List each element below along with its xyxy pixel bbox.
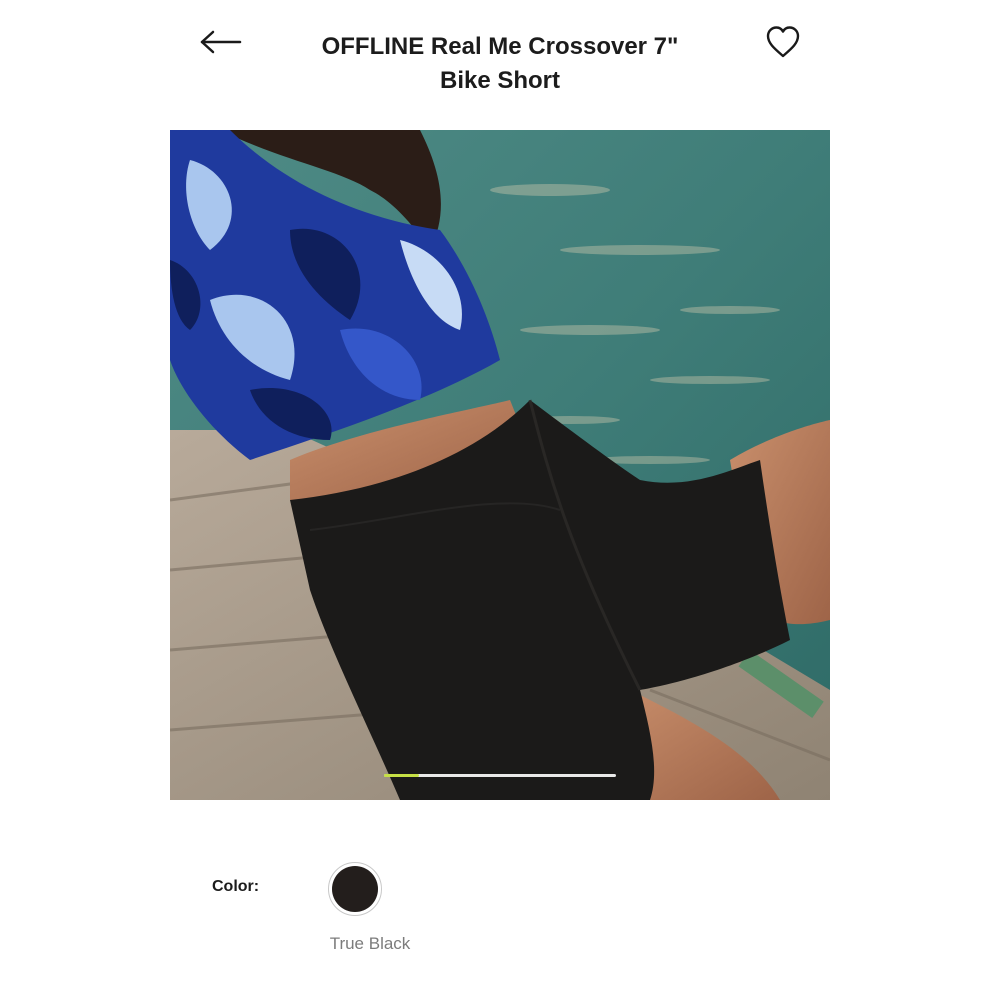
product-title-line-2: Bike Short [439,67,561,94]
color-label: Color: [212,878,260,895]
product-title-line-1: OFFLINE Real Me Crossover 7" [321,33,679,60]
image-carousel-progress[interactable] [384,774,616,777]
carousel-progress-fill [384,774,419,777]
product-image[interactable] [170,130,830,800]
color-swatch-true-black[interactable] [328,862,382,916]
heart-outline-icon [766,26,800,58]
top-bar: OFFLINE Real Me Crossover 7" Bike Short [0,0,1000,120]
color-swatch-dot [332,866,378,912]
arrow-left-icon [200,30,242,54]
product-title: OFFLINE Real Me Crossover 7" Bike Short [300,30,700,98]
selected-color-name: True Black [329,934,411,953]
product-photo-illustration [170,130,830,800]
favorite-button[interactable] [762,22,804,62]
back-button[interactable] [196,26,244,58]
